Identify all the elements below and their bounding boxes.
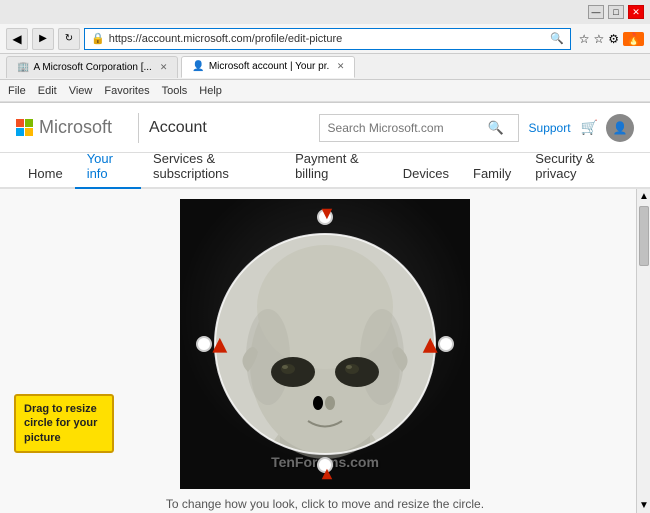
user-avatar[interactable]: 👤 (606, 114, 634, 142)
close-button[interactable]: ✕ (628, 5, 644, 19)
scroll-up-button[interactable]: ▲ (637, 189, 650, 204)
arrow-left-icon: ▶ (208, 339, 229, 353)
arrow-right-icon: ◀ (421, 339, 442, 353)
tab-payment[interactable]: Payment & billing (283, 145, 391, 189)
address-bar: ◀ ▶ ↻ 🔒 https://account.microsoft.com/pr… (0, 24, 650, 54)
menu-help[interactable]: Help (199, 85, 222, 97)
address-field[interactable]: 🔒 https://account.microsoft.com/profile/… (84, 28, 571, 50)
menu-bar: File Edit View Favorites Tools Help (0, 80, 650, 102)
nav-tabs: Home Your info Services & subscriptions … (0, 153, 650, 189)
toolbar-icons: ☆ ☆ ⚙ 🔥 (579, 32, 644, 46)
search-input[interactable] (328, 121, 488, 135)
tooltip-drag: Drag to resize circle for your picture (14, 394, 114, 453)
tab-security[interactable]: Security & privacy (523, 145, 634, 189)
instruction-text: To change how you look, click to move an… (166, 497, 484, 511)
scrollbar[interactable]: ▲ ▼ (636, 189, 650, 513)
tab-family[interactable]: Family (461, 160, 523, 189)
arrow-top-icon: ▼ (318, 203, 336, 224)
window-controls[interactable]: — □ ✕ (588, 5, 644, 19)
tab-devices[interactable]: Devices (391, 160, 461, 189)
menu-edit[interactable]: Edit (38, 85, 57, 97)
search-magnifier: 🔍 (550, 32, 564, 45)
image-container[interactable]: TenForums.com (180, 199, 470, 489)
arrow-bottom-icon: ▼ (318, 464, 336, 485)
url-text: https://account.microsoft.com/profile/ed… (109, 33, 546, 45)
profile-edit-area: TenForums.com (0, 189, 650, 513)
tab-close-1[interactable]: ✕ (160, 62, 168, 73)
back-button[interactable]: ◀ (6, 28, 28, 50)
scrollbar-thumb[interactable] (639, 206, 649, 266)
menu-view[interactable]: View (69, 85, 93, 97)
tab-services[interactable]: Services & subscriptions (141, 145, 283, 189)
tab-bar: 🏢 A Microsoft Corporation [... ✕ 👤 Micro… (0, 54, 650, 80)
menu-favorites[interactable]: Favorites (104, 85, 149, 97)
title-bar: — □ ✕ (0, 0, 650, 24)
search-icon: 🔍 (488, 120, 504, 136)
tab-close-2[interactable]: ✕ (337, 61, 345, 72)
forward-button[interactable]: ▶ (32, 28, 54, 50)
scroll-down-button[interactable]: ▼ (637, 498, 650, 513)
search-box[interactable]: 🔍 (319, 114, 519, 142)
menu-tools[interactable]: Tools (162, 85, 188, 97)
browser-tab-2[interactable]: 👤 Microsoft account | Your pr... ✕ (181, 56, 355, 78)
minimize-button[interactable]: — (588, 5, 604, 19)
lock-icon: 🔒 (91, 32, 105, 45)
header-divider (138, 113, 139, 143)
refresh-button[interactable]: ↻ (58, 28, 80, 50)
tab-your-info[interactable]: Your info (75, 145, 141, 189)
header-account-label: Account (149, 119, 207, 137)
microsoft-logo: Microsoft (16, 117, 122, 138)
support-link[interactable]: Support (529, 121, 571, 135)
tab-home[interactable]: Home (16, 160, 75, 189)
browser-tab-1[interactable]: 🏢 A Microsoft Corporation [... ✕ (6, 56, 178, 78)
maximize-button[interactable]: □ (608, 5, 624, 19)
cart-icon[interactable]: 🛒 (581, 119, 598, 136)
menu-file[interactable]: File (8, 85, 26, 97)
brand-name: Microsoft (39, 117, 112, 138)
ms-squares-icon (16, 119, 33, 136)
